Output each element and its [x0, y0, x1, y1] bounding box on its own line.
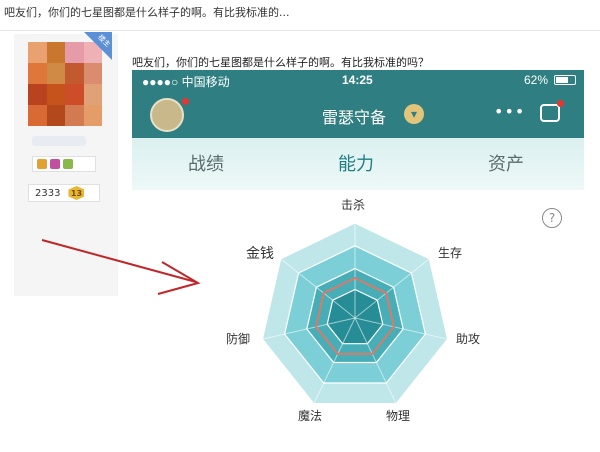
axis-label-kill: 击杀 [341, 198, 366, 212]
help-icon[interactable]: ? [542, 208, 562, 228]
arrow-icon [41, 239, 201, 295]
axis-label-gold: 金钱 [246, 246, 274, 262]
axis-label-defense: 防御 [226, 332, 251, 346]
axis-label-physical: 物理 [386, 409, 411, 423]
axis-label-assist: 助攻 [456, 332, 481, 346]
axis-label-magic: 魔法 [298, 409, 323, 423]
axis-label-survive: 生存 [438, 246, 463, 260]
